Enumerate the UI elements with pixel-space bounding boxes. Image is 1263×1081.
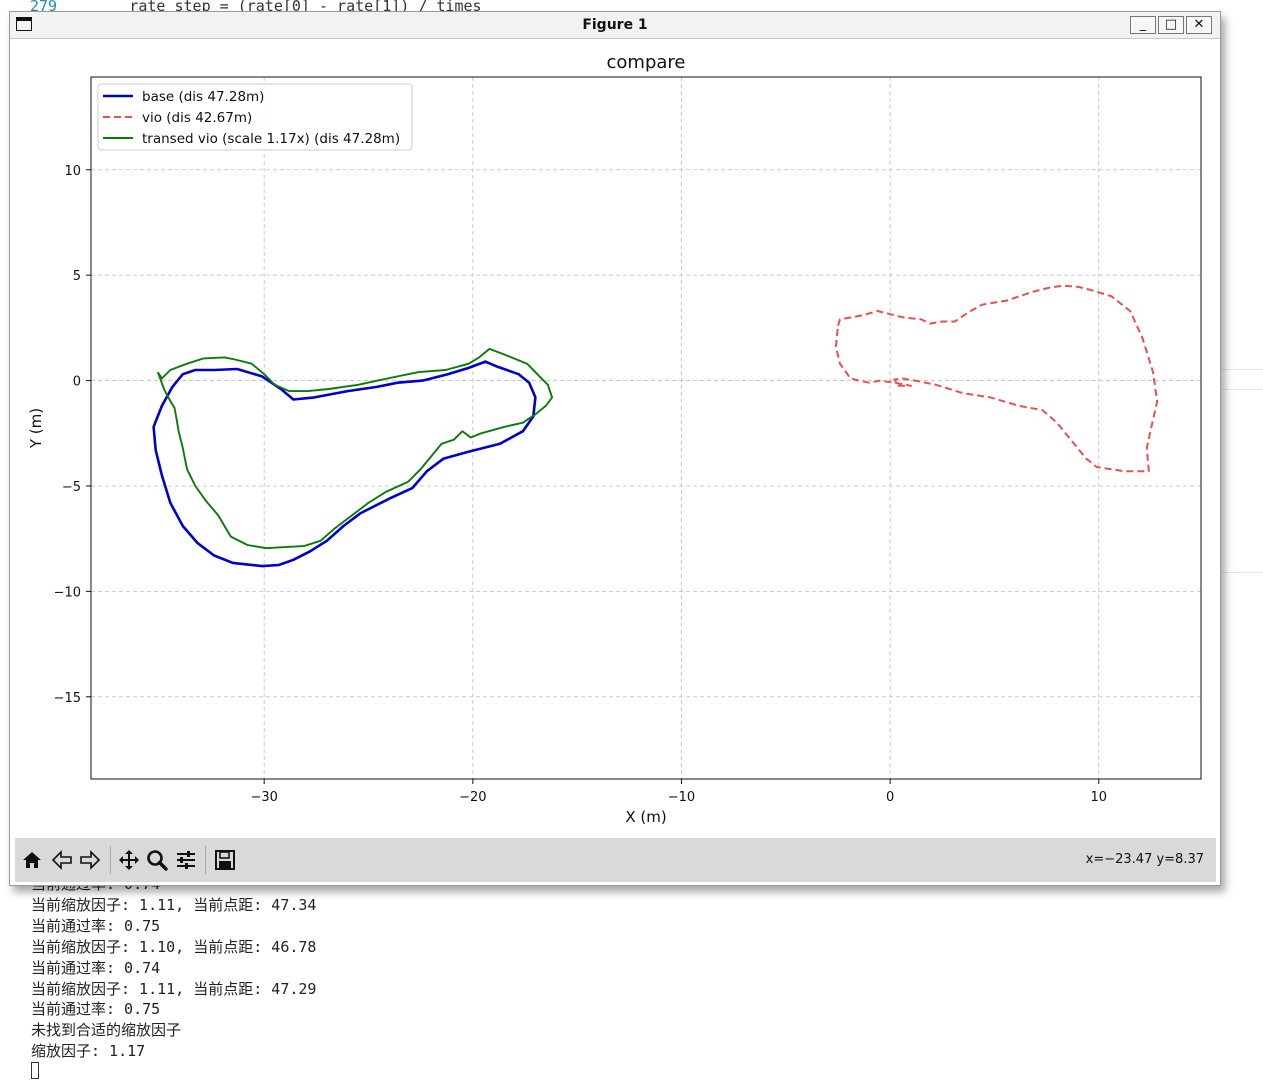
legend-label: base (dis 47.28m): [142, 89, 264, 105]
window-title: Figure 1: [582, 17, 648, 33]
divider: [1222, 572, 1263, 573]
chart-title: compare: [607, 52, 686, 73]
console-line: 当前缩放因子: 1.11, 当前点距: 47.34: [31, 895, 317, 914]
legend-label: vio (dis 42.67m): [142, 110, 252, 126]
navigation-toolbar: x=−23.47 y=8.37: [15, 838, 1216, 882]
minimize-button[interactable]: _: [1130, 16, 1156, 34]
y-tick-label: −15: [54, 691, 81, 706]
console-output: 当前通过率: 0.74 当前缩放因子: 1.11, 当前点距: 47.34 当前通过…: [31, 874, 316, 1062]
pan-icon[interactable]: [115, 846, 143, 874]
y-tick-label: 0: [73, 375, 81, 390]
console-line: 未找到合适的缩放因子: [31, 1021, 182, 1040]
y-tick-label: 5: [73, 269, 81, 284]
x-axis-label: X (m): [625, 808, 666, 826]
figure-window[interactable]: Figure 1 _ □ ✕ compare −30 −20 −10 0 10 10 5 0 −5…: [9, 11, 1221, 886]
window-titlebar[interactable]: Figure 1 _ □ ✕: [10, 12, 1220, 39]
console-line: 当前通过率: 0.75: [31, 1000, 161, 1019]
console-line: 当前缩放因子: 1.10, 当前点距: 46.78: [31, 937, 317, 956]
series-line: [152, 360, 537, 568]
x-tick-label: 10: [1090, 790, 1107, 805]
x-tick-label: −10: [668, 790, 695, 805]
toolbar-separator: [110, 846, 111, 874]
x-tick-label: 0: [886, 790, 894, 805]
x-tick-label: −20: [459, 790, 486, 805]
series-line: [834, 284, 1159, 473]
y-tick-label: −10: [54, 585, 81, 600]
divider: [1222, 389, 1263, 390]
toolbar-separator: [205, 846, 206, 874]
trajectory-chart[interactable]: compare −30 −20 −10 0 10 10 5 0 −5 −10 −15 X (m) Y (m…: [15, 39, 1216, 838]
y-tick-label: 10: [64, 164, 81, 179]
y-tick-label: −5: [62, 480, 81, 495]
plot-area[interactable]: compare −30 −20 −10 0 10 10 5 0 −5 −10 −15 X (m) Y (m…: [15, 39, 1216, 838]
console-line: 缩放因子: 1.17: [31, 1042, 146, 1061]
console-line: 当前缩放因子: 1.11, 当前点距: 47.29: [31, 979, 317, 998]
terminal-cursor[interactable]: [31, 1062, 39, 1079]
save-icon[interactable]: [211, 846, 239, 874]
back-icon[interactable]: [48, 846, 76, 874]
legend-label: transed vio (scale 1.17x) (dis 47.28m): [142, 131, 400, 147]
axes-frame: [90, 76, 1202, 780]
console-line: 当前通过率: 0.75: [31, 916, 161, 935]
console-line: 当前通过率: 0.74: [31, 958, 161, 977]
close-button[interactable]: ✕: [1186, 16, 1212, 34]
forward-icon[interactable]: [76, 846, 104, 874]
maximize-button[interactable]: □: [1158, 16, 1184, 34]
configure-icon[interactable]: [172, 846, 200, 874]
cursor-coordinates: x=−23.47 y=8.37: [1085, 852, 1204, 867]
x-tick-label: −30: [250, 790, 277, 805]
zoom-icon[interactable]: [143, 846, 171, 874]
y-axis-label: Y (m): [27, 408, 45, 449]
divider: [1222, 369, 1263, 370]
home-icon[interactable]: [18, 846, 46, 874]
